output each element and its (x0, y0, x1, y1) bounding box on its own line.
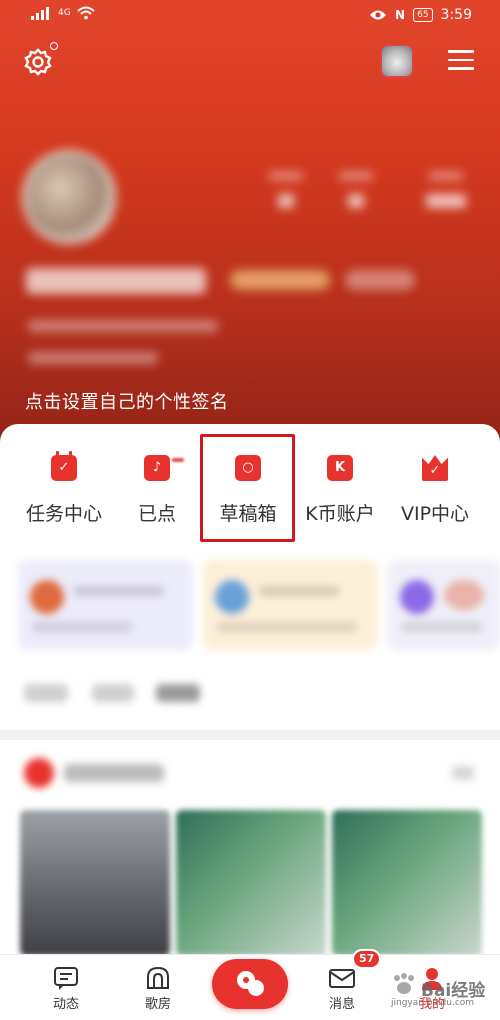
promo-card[interactable] (203, 560, 378, 650)
eye-icon (370, 10, 387, 20)
signature-text[interactable]: 点击设置自己的个性签名 (25, 388, 229, 414)
stat-blur (336, 172, 376, 216)
blurred-profile-info (0, 140, 500, 380)
nav-label: 消息 (328, 997, 355, 1012)
quick-menu-requested[interactable]: ♪ 已点 (107, 449, 207, 529)
stat-blur (426, 172, 466, 216)
profile-header: 4G N 65 3:59 点击设置自己的个性签名 (0, 0, 500, 460)
watermark-url: jingyan.baidu.com (391, 998, 475, 1008)
avatar[interactable] (22, 150, 116, 244)
baidu-watermark: Bai经验 jingyan.baidu.com (385, 972, 495, 1012)
username-blur (26, 268, 206, 294)
quick-menu-k-coin[interactable]: K K币账户 (290, 449, 390, 529)
quick-menu-label: K币账户 (305, 503, 375, 525)
quick-menu-label: VIP中心 (400, 503, 470, 525)
quick-menu-vip[interactable]: ✓ VIP中心 (385, 449, 485, 529)
quick-menu-task-center[interactable]: ✓ 任务中心 (14, 449, 114, 529)
mail-icon (329, 969, 355, 988)
promo-card[interactable] (18, 560, 193, 650)
section-divider (0, 730, 500, 740)
message-count-badge: 57 (352, 949, 382, 969)
section-header-blur (0, 744, 500, 804)
nav-sing[interactable] (212, 959, 288, 1009)
video-thumbnails-blur (0, 810, 500, 956)
active-tab-indicator (172, 458, 184, 462)
quick-menu-label: 任务中心 (25, 503, 102, 525)
info-line-blur (28, 352, 158, 364)
promo-cards-blur (0, 560, 500, 650)
nav-feed[interactable]: 动态 (26, 955, 106, 1020)
battery-indicator: 65 (413, 8, 433, 22)
video-thumbnail[interactable] (332, 810, 482, 956)
baidu-paw-icon (394, 973, 414, 994)
vip-crown-icon: ✓ (422, 455, 448, 481)
gear-icon[interactable] (22, 46, 54, 78)
nav-label: 动态 (52, 997, 79, 1012)
nav-label: 歌房 (144, 997, 171, 1012)
nav-rooms[interactable]: 歌房 (118, 955, 198, 1020)
room-icon (147, 966, 169, 989)
hamburger-icon[interactable] (448, 50, 474, 74)
k-coin-wallet-icon: K (327, 455, 353, 481)
wifi-icon (77, 6, 95, 20)
video-thumbnail[interactable] (20, 810, 170, 956)
badge-blur (345, 270, 415, 290)
clock: 3:59 (440, 7, 472, 23)
video-thumbnail[interactable] (176, 810, 326, 956)
quick-menu-label: 已点 (137, 503, 176, 525)
annotation-highlight-box (200, 434, 295, 542)
content-card: ✓ 任务中心 ♪ 已点 ○ 草稿箱 K K币账户 ✓ VIP中心 (0, 424, 500, 956)
nfc-icon: N (395, 8, 406, 22)
music-note-icon: ♪ (144, 455, 170, 481)
status-bar: 4G N 65 3:59 (0, 0, 500, 34)
network-type: 4G (58, 8, 71, 18)
theme-avatar-icon[interactable] (380, 44, 414, 78)
feed-icon (54, 967, 78, 990)
sing-icon (237, 971, 264, 996)
content-tabs-blur (0, 674, 500, 714)
promo-card[interactable] (388, 560, 500, 650)
notification-dot (50, 42, 58, 50)
stat-blur (266, 172, 306, 216)
signal-icon (31, 7, 49, 20)
info-line-blur (28, 320, 218, 332)
calendar-check-icon: ✓ (51, 451, 77, 481)
level-badge-blur (230, 270, 330, 290)
